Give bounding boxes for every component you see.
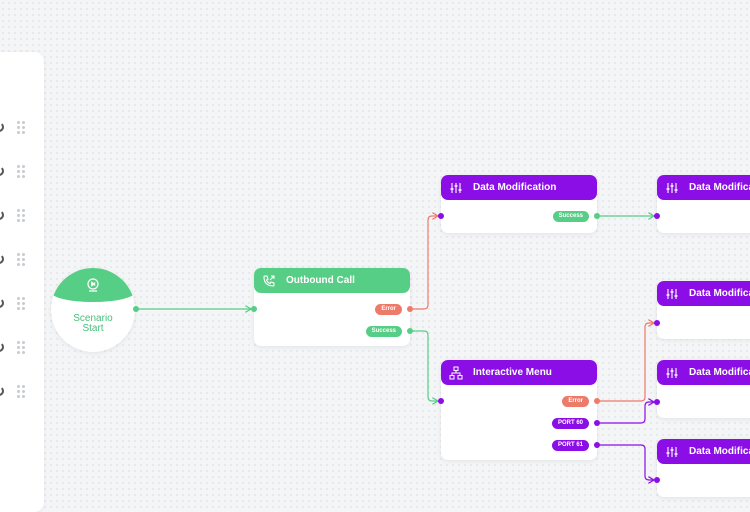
- menu-port-61[interactable]: [594, 442, 600, 448]
- interactive-menu-node[interactable]: Interactive Menu Error PORT 60 PORT 61: [441, 360, 597, 460]
- node-title: Data Modificati: [689, 367, 750, 378]
- scenario-start-node[interactable]: Scenario Start: [51, 268, 135, 352]
- data-modification-node-5[interactable]: Data Modificati: [657, 439, 750, 497]
- data-modification-header: Data Modificati: [657, 175, 750, 200]
- connections-layer: [136, 0, 750, 500]
- datamod3-input-port[interactable]: [654, 320, 660, 326]
- node-title: Interactive Menu: [473, 367, 552, 378]
- palette-item[interactable]: [0, 294, 44, 314]
- palette-item[interactable]: [0, 162, 44, 182]
- data-modification-header: Data Modification: [441, 175, 597, 200]
- outbound-error-port[interactable]: [407, 306, 413, 312]
- menu-input-port[interactable]: [438, 398, 444, 404]
- block-icon: [0, 342, 4, 352]
- data-modification-node-3[interactable]: Data Modificati: [657, 281, 750, 339]
- connection-outbound-success: [410, 330, 438, 401]
- sliders-icon: [666, 367, 678, 378]
- connection-outbound-error: [410, 216, 438, 310]
- data-modification-node[interactable]: Data Modification Success: [441, 175, 597, 233]
- block-icon: [0, 210, 4, 220]
- connection-menu-port60: [597, 402, 654, 424]
- drag-grip-icon[interactable]: [16, 164, 26, 178]
- block-palette-sidebar: [0, 52, 44, 512]
- block-icon: [0, 254, 4, 264]
- port-60-label: PORT 60: [551, 418, 589, 429]
- drag-grip-icon[interactable]: [16, 208, 26, 222]
- block-icon: [0, 298, 4, 308]
- node-title: Outbound Call: [286, 275, 355, 286]
- play-circle-icon: [87, 278, 99, 292]
- connection-menu-port61: [597, 444, 654, 480]
- drag-grip-icon[interactable]: [16, 296, 26, 310]
- datamod2-input-port[interactable]: [654, 213, 660, 219]
- sliders-icon: [666, 182, 678, 193]
- start-node-label: Scenario Start: [51, 314, 135, 334]
- data-modification-node-2[interactable]: Data Modificati: [657, 175, 750, 233]
- block-icon: [0, 166, 4, 176]
- block-icon: [0, 122, 4, 132]
- sliders-icon: [666, 446, 678, 457]
- drag-grip-icon[interactable]: [16, 340, 26, 354]
- connection-menu-error: [597, 323, 654, 402]
- success-port-label: Success: [552, 211, 589, 222]
- sliders-icon: [450, 182, 462, 193]
- palette-item[interactable]: [0, 250, 44, 270]
- node-title: Data Modificati: [689, 288, 750, 299]
- data-modification-header: Data Modificati: [657, 439, 750, 464]
- node-title: Data Modificati: [689, 182, 750, 193]
- error-port-label: Error: [562, 396, 589, 407]
- outbound-call-header: Outbound Call: [254, 268, 410, 293]
- sliders-icon: [666, 288, 678, 299]
- start-output-port[interactable]: [133, 306, 139, 312]
- start-node-header: [51, 268, 135, 302]
- palette-item[interactable]: [0, 338, 44, 358]
- block-icon: [0, 386, 4, 396]
- outbound-call-node[interactable]: Outbound Call Error Success: [254, 268, 410, 346]
- error-port-label: Error: [375, 304, 402, 315]
- datamod5-input-port[interactable]: [654, 477, 660, 483]
- palette-item[interactable]: [0, 382, 44, 402]
- drag-grip-icon[interactable]: [16, 120, 26, 134]
- data-modification-header: Data Modificati: [657, 360, 750, 385]
- datamod1-input-port[interactable]: [438, 213, 444, 219]
- outbound-success-port[interactable]: [407, 328, 413, 334]
- success-port-label: Success: [365, 326, 402, 337]
- datamod1-success-port[interactable]: [594, 213, 600, 219]
- drag-grip-icon[interactable]: [16, 384, 26, 398]
- phone-outgoing-icon: [263, 274, 275, 287]
- data-modification-header: Data Modificati: [657, 281, 750, 306]
- sitemap-icon: [449, 366, 463, 379]
- node-title: Data Modification: [473, 182, 557, 193]
- palette-item[interactable]: [0, 118, 44, 138]
- menu-port-60[interactable]: [594, 420, 600, 426]
- outbound-input-port[interactable]: [251, 306, 257, 312]
- palette-item[interactable]: [0, 206, 44, 226]
- port-61-label: PORT 61: [551, 440, 589, 451]
- menu-error-port[interactable]: [594, 398, 600, 404]
- drag-grip-icon[interactable]: [16, 252, 26, 266]
- data-modification-node-4[interactable]: Data Modificati: [657, 360, 750, 418]
- start-label-line2: Start: [82, 323, 104, 334]
- datamod4-input-port[interactable]: [654, 399, 660, 405]
- interactive-menu-header: Interactive Menu: [441, 360, 597, 385]
- node-title: Data Modificati: [689, 446, 750, 457]
